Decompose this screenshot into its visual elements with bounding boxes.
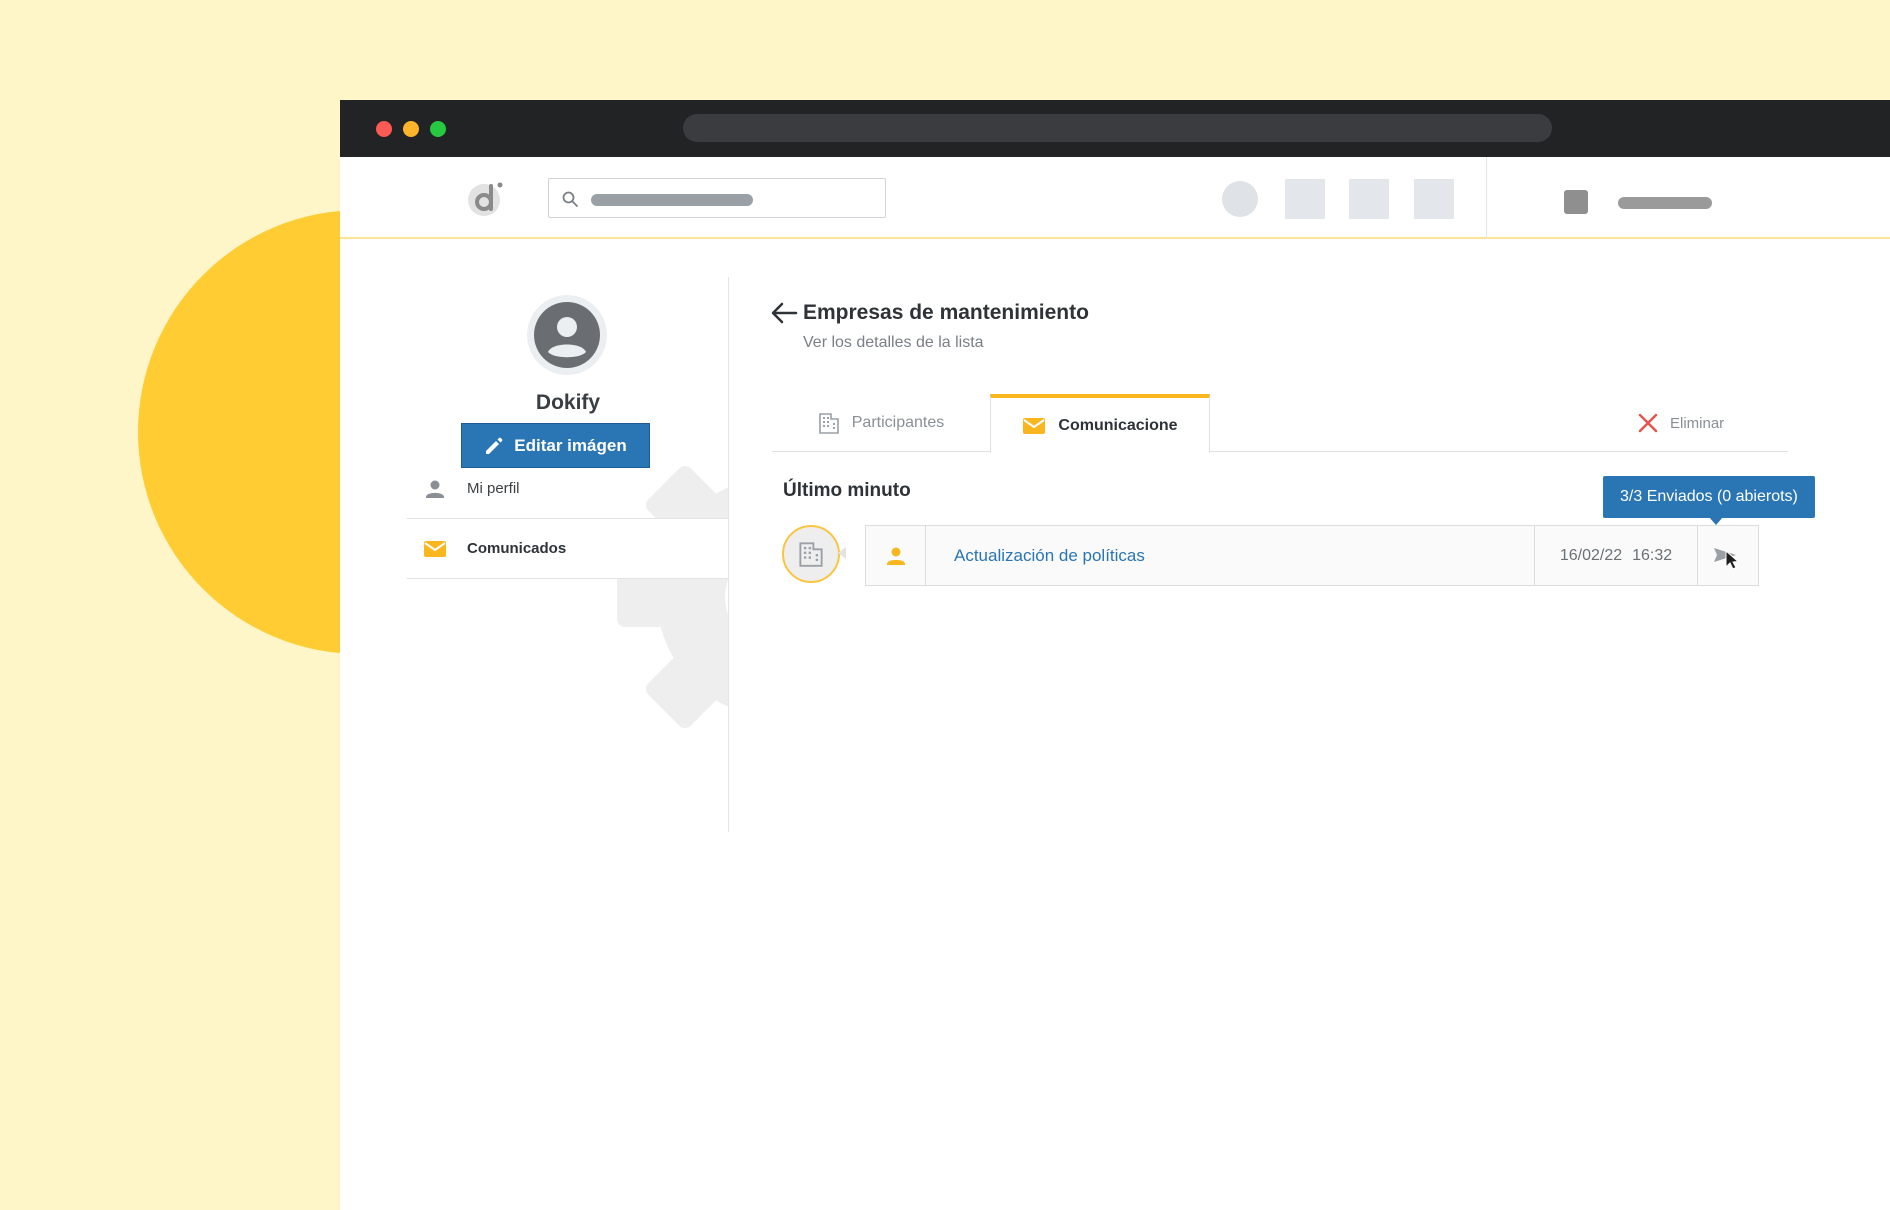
maximize-window-button[interactable] [430, 121, 446, 137]
notification-button[interactable] [1222, 181, 1258, 217]
send-status-tooltip: 3/3 Enviados (0 abierots) [1603, 476, 1815, 525]
browser-titlebar [340, 100, 1890, 157]
user-avatar-icon [534, 302, 600, 368]
user-avatar[interactable] [1564, 190, 1588, 214]
delete-button[interactable]: Eliminar [1638, 413, 1724, 433]
toolbar-button-2[interactable] [1349, 179, 1389, 219]
sidebar-item-label: Comunicados [467, 540, 567, 557]
mail-icon [423, 537, 447, 561]
sender-cell [866, 526, 926, 585]
toolbar-button-1[interactable] [1285, 179, 1325, 219]
page-title: Empresas de mantenimiento [803, 301, 1089, 324]
building-icon [818, 413, 839, 434]
edit-image-label: Editar imágen [514, 435, 627, 455]
company-avatar [782, 525, 840, 583]
communication-time: 16:32 [1632, 546, 1673, 564]
back-arrow-icon[interactable] [770, 301, 798, 325]
dokify-logo-icon[interactable] [465, 178, 509, 218]
sidebar-item-mi-perfil[interactable]: Mi perfil [407, 459, 728, 519]
profile-name: Dokify [535, 391, 601, 414]
avatar [527, 295, 607, 375]
header-divider [1486, 157, 1487, 239]
close-window-button[interactable] [376, 121, 392, 137]
sidebar: Dokify Editar imágen Mi perfil Comunicad… [407, 277, 729, 832]
sidebar-item-label: Mi perfil [467, 480, 520, 497]
user-name-placeholder[interactable] [1618, 197, 1712, 209]
tab-participantes[interactable]: Participantes [772, 394, 990, 452]
toolbar-button-3[interactable] [1414, 179, 1454, 219]
minimize-window-button[interactable] [403, 121, 419, 137]
person-icon [423, 477, 447, 501]
section-title: Último minuto [783, 480, 911, 501]
delete-label: Eliminar [1670, 414, 1725, 432]
search-placeholder [591, 194, 753, 206]
tab-label: Comunicacione [1058, 416, 1178, 434]
communication-date: 16/02/22 [1559, 546, 1623, 564]
page-subtitle: Ver los detalles de la lista [803, 334, 984, 351]
app-header [340, 157, 1890, 239]
building-icon [799, 542, 823, 567]
tab-comunicaciones[interactable]: Comunicacione [990, 394, 1210, 453]
sidebar-item-comunicados[interactable]: Comunicados [407, 519, 728, 579]
send-icon [1714, 547, 1740, 569]
communication-datetime: 16/02/22 16:32 [1534, 526, 1698, 585]
pencil-icon [486, 437, 503, 454]
row-pointer [838, 547, 846, 559]
search-icon [562, 191, 578, 207]
send-status-button[interactable] [1698, 526, 1758, 585]
address-bar[interactable] [683, 114, 1552, 142]
person-icon [886, 547, 905, 565]
browser-window: Dokify Editar imágen Mi perfil Comunicad… [340, 100, 1890, 1210]
mail-icon [1023, 417, 1046, 434]
communication-title-link[interactable]: Actualización de políticas [954, 546, 1145, 566]
search-input[interactable] [548, 178, 886, 218]
tab-label: Participantes [851, 414, 945, 431]
tab-bar: Participantes Comunicacione [772, 394, 1788, 453]
close-icon [1638, 413, 1658, 433]
list-item[interactable]: Actualización de políticas 16/02/22 16:3… [865, 525, 1759, 586]
